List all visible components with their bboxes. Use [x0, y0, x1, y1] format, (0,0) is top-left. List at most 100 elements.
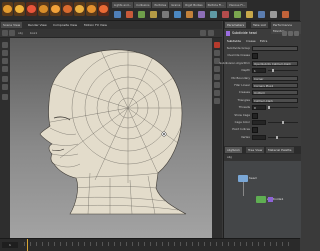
tab-subdivide[interactable]: Subdivide	[227, 38, 241, 44]
gear-icon[interactable]	[282, 31, 287, 36]
param-slider[interactable]	[268, 69, 298, 73]
tab-render-view[interactable]: Render View	[26, 22, 49, 28]
tab-composite-view[interactable]: Composite View	[51, 22, 79, 28]
shelf-icon[interactable]	[234, 11, 241, 18]
tool-icon[interactable]	[2, 2, 13, 16]
tab-tree-view[interactable]: Tree View	[246, 147, 265, 153]
param-checkbox[interactable]	[252, 127, 258, 134]
handle-tool-icon[interactable]	[2, 76, 8, 82]
select-tool-icon[interactable]	[2, 42, 8, 48]
param-checkbox[interactable]	[252, 53, 258, 60]
slider-handle[interactable]	[276, 135, 279, 139]
shelf-icon[interactable]	[246, 11, 253, 18]
param-dropdown[interactable]: Corners Plus1	[252, 83, 298, 88]
slider-handle[interactable]	[282, 121, 284, 124]
node-subdivide[interactable]: subdivide1	[256, 196, 283, 203]
tool-icon[interactable]	[50, 2, 61, 16]
current-frame[interactable]: 1	[2, 242, 18, 248]
shelf-tab[interactable]: Rigid Bodies	[183, 2, 205, 8]
param-dropdown[interactable]	[252, 46, 298, 51]
shelf-tab[interactable]: Viscous Fl...	[226, 2, 248, 8]
param-field[interactable]: 1	[252, 68, 266, 74]
shelf-icon[interactable]	[186, 11, 193, 18]
tab-parameters[interactable]: Parameters	[225, 22, 247, 28]
tab-network[interactable]: obj/box1	[225, 147, 242, 153]
slider-handle[interactable]	[268, 106, 270, 110]
shelf-icon[interactable]	[198, 11, 205, 18]
param-field[interactable]: 0	[252, 105, 266, 111]
path-obj[interactable]: obj	[18, 30, 23, 36]
shelf-tab[interactable]: Particles	[152, 2, 169, 8]
shelf-icon[interactable]	[162, 11, 169, 18]
tab-scene-view[interactable]: Scene View	[1, 22, 23, 28]
param-slider[interactable]	[268, 135, 298, 139]
shelf-tab[interactable]: Lights and...	[112, 2, 134, 8]
tool-icon[interactable]	[62, 2, 73, 16]
network-editor[interactable]: head subdivide1	[224, 161, 301, 238]
shelf-tab[interactable]: Collisions	[134, 2, 152, 8]
info-icon[interactable]	[294, 31, 299, 36]
shelf-icon[interactable]	[258, 11, 265, 18]
param-dropdown[interactable]: Corner	[252, 75, 298, 81]
playhead[interactable]	[27, 239, 28, 251]
shelf-icon[interactable]	[138, 11, 145, 18]
param-label: Threads	[238, 105, 250, 110]
shelf-tab[interactable]: Particle Fl...	[205, 2, 226, 8]
snap-icon[interactable]	[214, 98, 220, 104]
display-flag-icon[interactable]	[268, 197, 273, 202]
tool-icon[interactable]	[86, 2, 97, 16]
display-options-icon[interactable]	[200, 30, 206, 36]
shelf-icon[interactable]	[210, 11, 217, 18]
scale-tool-icon[interactable]	[2, 66, 8, 72]
param-field[interactable]	[252, 134, 266, 140]
view-tool-icon[interactable]	[2, 94, 8, 100]
tab-crease[interactable]: Crease	[246, 38, 256, 44]
shelf-tab[interactable]: Grains	[169, 2, 183, 8]
param-slider[interactable]	[268, 121, 298, 124]
forward-icon[interactable]	[9, 30, 15, 36]
camera-menu-icon[interactable]	[208, 30, 214, 36]
timeline[interactable]: 1	[0, 238, 300, 251]
shelf-icon[interactable]	[282, 11, 289, 18]
parameter-panel: Parameters Take List Performance Monitor…	[219, 21, 301, 238]
tab-material-palette[interactable]: Material Palette	[266, 147, 294, 153]
grid-icon[interactable]	[214, 90, 220, 96]
param-field[interactable]	[252, 120, 266, 125]
shelf-icon[interactable]	[126, 11, 133, 18]
record-icon[interactable]	[214, 42, 220, 48]
path-box1[interactable]: box1	[30, 30, 37, 36]
normals-icon[interactable]	[214, 82, 220, 88]
help-icon[interactable]	[288, 31, 293, 36]
move-tool-icon[interactable]	[2, 50, 8, 56]
node-head[interactable]: head	[238, 175, 257, 182]
tab-extra[interactable]: Extra	[260, 38, 267, 44]
tool-icon[interactable]	[98, 2, 109, 16]
shelf-icon[interactable]	[270, 11, 277, 18]
tool-icon[interactable]	[14, 2, 25, 16]
tool-icon[interactable]	[26, 2, 37, 16]
node-title[interactable]: Subdivide head	[232, 30, 257, 37]
wireframe-icon[interactable]	[214, 66, 220, 72]
display-icon[interactable]	[214, 50, 220, 56]
tab-motion-fx-view[interactable]: Motion FX View	[82, 22, 109, 28]
param-dropdown[interactable]: Catmull-Clark	[252, 97, 298, 103]
tool-icon[interactable]	[74, 2, 85, 16]
rotate-tool-icon[interactable]	[2, 58, 8, 64]
points-icon[interactable]	[214, 74, 220, 80]
slider-handle[interactable]	[272, 69, 275, 73]
network-path[interactable]: obj	[227, 154, 232, 161]
tab-take-list[interactable]: Take List	[251, 22, 268, 28]
tool-icon[interactable]	[38, 2, 49, 16]
param-dropdown[interactable]: Uniform	[252, 90, 298, 96]
back-icon[interactable]	[2, 30, 8, 36]
param-slider[interactable]	[268, 106, 298, 110]
param-checkbox[interactable]	[252, 112, 258, 119]
param-dropdown[interactable]: OpenSubdiv Catmull-Clark	[252, 60, 298, 66]
3d-viewport[interactable]	[10, 38, 212, 238]
param-row: Cage Color	[224, 119, 301, 126]
shelf-icon[interactable]	[174, 11, 181, 18]
shelf-icon[interactable]	[150, 11, 157, 18]
pose-tool-icon[interactable]	[2, 84, 8, 90]
shelf-icon[interactable]	[222, 11, 229, 18]
shelf-icon[interactable]	[114, 11, 121, 18]
